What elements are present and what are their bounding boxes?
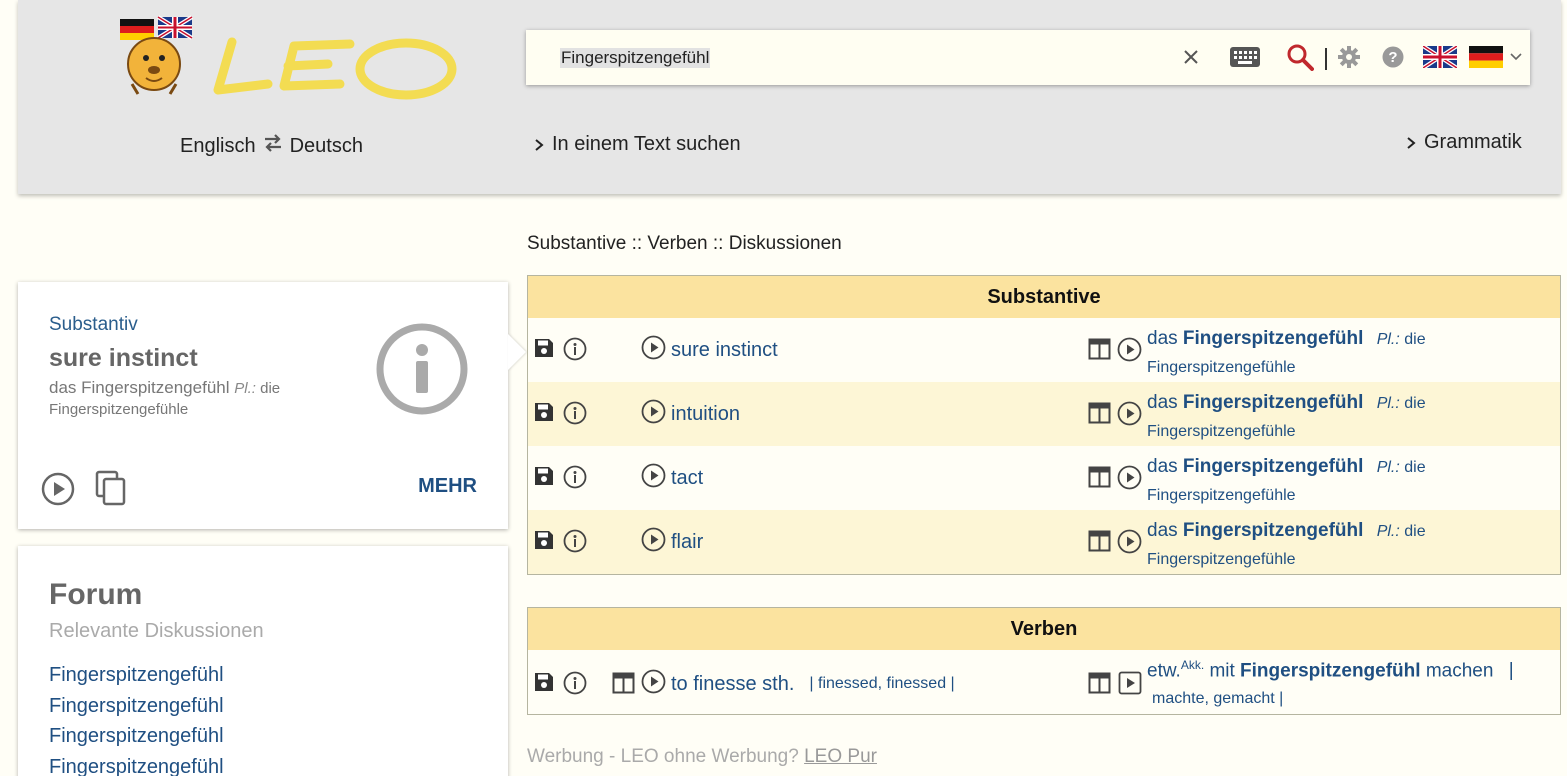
info-icon[interactable] xyxy=(563,529,587,553)
forum-panel: Forum Relevante Diskussionen Fingerspitz… xyxy=(18,546,508,776)
close-icon[interactable] xyxy=(1182,44,1200,70)
card-pointer xyxy=(508,334,526,370)
info-icon[interactable] xyxy=(563,337,587,361)
play-audio-icon[interactable] xyxy=(641,335,666,366)
english-term[interactable]: flair xyxy=(671,531,703,554)
info-icon[interactable] xyxy=(563,401,587,425)
header: Fingerspitzengefühl ? Englisch Deutsch I… xyxy=(18,0,1561,194)
search-input[interactable]: Fingerspitzengefühl xyxy=(560,48,711,68)
swap-arrows-icon[interactable] xyxy=(262,132,284,160)
search-icon[interactable] xyxy=(1286,44,1314,71)
play-audio-icon[interactable] xyxy=(1118,671,1142,695)
inflection-table-icon[interactable] xyxy=(1088,466,1111,488)
play-audio-icon[interactable] xyxy=(41,472,75,511)
lang-from: Englisch xyxy=(180,134,256,157)
text-search-link[interactable]: In einem Text suchen xyxy=(534,133,741,156)
forum-subtitle: Relevante Diskussionen xyxy=(49,620,264,642)
forum-links: Fingerspitzengefühl Fingerspitzengefühl … xyxy=(49,660,224,776)
forum-link[interactable]: Fingerspitzengefühl xyxy=(49,691,224,722)
svg-text:?: ? xyxy=(1388,49,1397,66)
search-box[interactable]: Fingerspitzengefühl ? xyxy=(526,30,1530,85)
table-row: sure instinct das Fingerspitzengefühl Pl… xyxy=(528,318,1560,382)
leo-pur-link[interactable]: LEO Pur xyxy=(804,746,877,767)
forum-title: Forum xyxy=(49,578,143,611)
save-icon[interactable] xyxy=(534,402,554,422)
forum-link[interactable]: Fingerspitzengefühl xyxy=(49,752,224,776)
info-icon xyxy=(375,322,469,416)
play-audio-icon[interactable] xyxy=(641,399,666,430)
inflection-table-icon[interactable] xyxy=(612,672,635,694)
table-row: tact das Fingerspitzengefühl Pl.: die Fi… xyxy=(528,446,1560,510)
info-icon[interactable] xyxy=(563,465,587,489)
card-headword: sure instinct xyxy=(49,344,198,372)
save-icon[interactable] xyxy=(534,466,554,486)
english-term[interactable]: sure instinct xyxy=(671,339,778,362)
inflection-table-icon[interactable] xyxy=(1088,672,1111,694)
save-icon[interactable] xyxy=(534,672,554,692)
verbs-table-header: Verben xyxy=(528,608,1560,650)
info-icon[interactable] xyxy=(563,671,587,695)
save-icon[interactable] xyxy=(534,530,554,550)
inflection-table-icon[interactable] xyxy=(1088,402,1111,424)
ad-notice: Werbung - LEO ohne Werbung? LEO Pur xyxy=(527,746,877,767)
flag-de-mini-icon xyxy=(120,19,154,40)
lang-to: Deutsch xyxy=(289,134,363,157)
settings-icon[interactable] xyxy=(1338,44,1360,70)
nouns-table-header: Substantive xyxy=(528,276,1560,318)
play-audio-icon[interactable] xyxy=(641,527,666,558)
card-translation: das Fingerspitzengefühl Pl.: die Fingers… xyxy=(49,378,281,418)
nouns-table: Substantive sure instinct das Fingerspit… xyxy=(527,275,1561,575)
german-term[interactable]: das Fingerspitzengefühl Pl.: die Fingers… xyxy=(1147,452,1547,509)
play-audio-icon[interactable] xyxy=(1117,465,1142,490)
play-audio-icon[interactable] xyxy=(1117,401,1142,426)
more-button[interactable]: MEHR xyxy=(418,475,477,498)
table-row: to finesse sth. | finessed, finessed | e… xyxy=(528,650,1560,714)
forum-link[interactable]: Fingerspitzengefühl xyxy=(49,721,224,752)
verb-forms: | finessed, finessed | xyxy=(809,675,955,692)
help-icon[interactable]: ? xyxy=(1382,44,1404,70)
german-term[interactable]: das Fingerspitzengefühl Pl.: die Fingers… xyxy=(1147,324,1547,381)
keyboard-icon[interactable] xyxy=(1229,44,1261,70)
chevron-right-icon xyxy=(1407,136,1416,149)
chevron-down-icon[interactable] xyxy=(1510,44,1522,70)
play-audio-icon[interactable] xyxy=(1117,337,1142,362)
inflection-table-icon[interactable] xyxy=(1088,530,1111,552)
verbs-table: Verben to finesse sth. | finessed, fines… xyxy=(527,607,1561,715)
chevron-right-icon xyxy=(535,138,544,151)
table-row: flair das Fingerspitzengefühl Pl.: die F… xyxy=(528,510,1560,574)
section-breadcrumb[interactable]: Substantive :: Verben :: Diskussionen xyxy=(527,233,842,255)
flag-uk-icon[interactable] xyxy=(1423,44,1457,70)
forum-link[interactable]: Fingerspitzengefühl xyxy=(49,660,224,691)
flag-uk-mini-icon xyxy=(156,15,194,40)
part-of-speech: Substantiv xyxy=(49,314,138,335)
grammar-link[interactable]: Grammatik xyxy=(1406,131,1522,154)
german-term[interactable]: das Fingerspitzengefühl Pl.: die Fingers… xyxy=(1147,516,1547,573)
copy-icon[interactable] xyxy=(94,470,128,511)
language-pair-switch[interactable]: Englisch Deutsch xyxy=(180,132,363,160)
play-audio-icon[interactable] xyxy=(641,463,666,494)
english-term[interactable]: to finesse sth. xyxy=(671,673,794,696)
play-audio-icon[interactable] xyxy=(1117,529,1142,554)
table-row: intuition das Fingerspitzengefühl Pl.: d… xyxy=(528,382,1560,446)
english-term[interactable]: intuition xyxy=(671,403,740,426)
english-term[interactable]: tact xyxy=(671,467,703,490)
german-term[interactable]: das Fingerspitzengefühl Pl.: die Fingers… xyxy=(1147,388,1547,445)
lion-mascot-icon xyxy=(127,37,181,95)
entry-info-card: Substantiv sure instinct das Fingerspitz… xyxy=(18,282,508,529)
divider xyxy=(1325,48,1327,70)
flag-de-icon[interactable] xyxy=(1469,44,1503,70)
leo-logo[interactable] xyxy=(118,14,463,104)
play-audio-icon[interactable] xyxy=(641,669,666,700)
inflection-table-icon[interactable] xyxy=(1088,338,1111,360)
save-icon[interactable] xyxy=(534,338,554,358)
german-term[interactable]: etw.Akk. mit Fingerspitzengefühl machen … xyxy=(1147,650,1567,712)
